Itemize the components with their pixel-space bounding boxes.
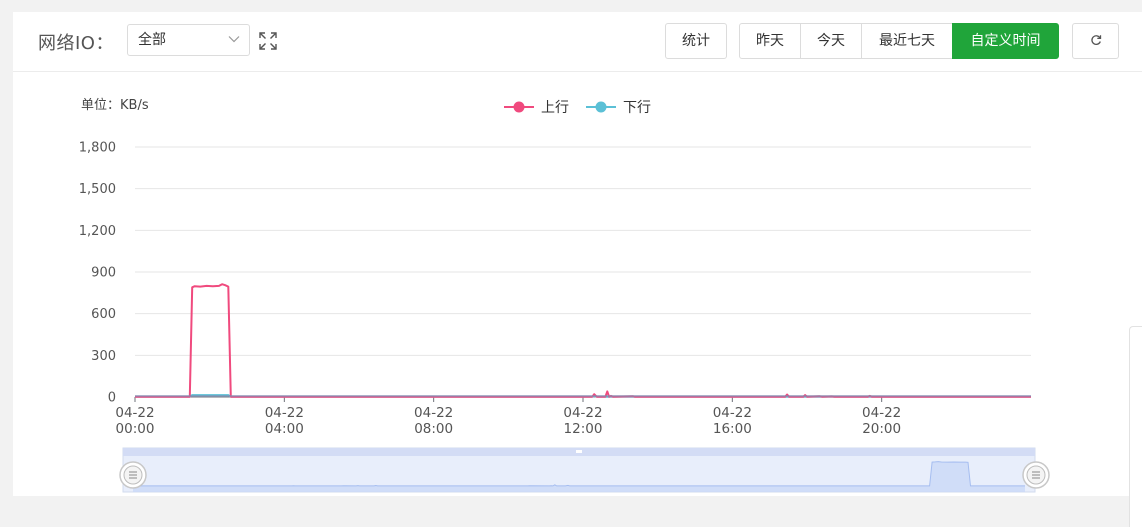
y-tick-label: 900 — [91, 266, 116, 281]
y-tick-label: 1,800 — [79, 141, 116, 156]
zoom-start-handle[interactable] — [119, 461, 147, 489]
x-tick-time: 12:00 — [564, 421, 603, 437]
legend-label: 下行 — [623, 100, 651, 116]
x-tick-time: 16:00 — [713, 421, 752, 437]
x-tick-time: 00:00 — [116, 421, 155, 437]
unit-label: 单位：KB/s — [81, 98, 149, 113]
legend-marker — [513, 101, 525, 113]
y-tick-label: 1,200 — [79, 224, 116, 239]
y-tick-label: 1,500 — [79, 182, 116, 197]
network-io-panel: 网络IO： 全部 统计 昨天 今天 最近七天 自定义时间 单位：KB/s 上行 … — [13, 12, 1142, 496]
x-tick-time: 20:00 — [862, 421, 901, 437]
zoom-slider-grip — [576, 450, 582, 453]
y-tick-label: 300 — [91, 349, 116, 364]
x-tick-time: 08:00 — [414, 421, 453, 437]
legend-item-upload[interactable]: 上行 — [504, 100, 569, 116]
network-io-chart: 单位：KB/s 上行 下行1,8001,5001,200900600300004-2… — [79, 98, 1050, 493]
x-tick-date: 04-22 — [713, 405, 752, 421]
side-scroll-handle[interactable] — [1129, 326, 1142, 527]
x-tick-date: 04-22 — [414, 405, 453, 421]
y-tick-label: 0 — [108, 391, 116, 406]
x-tick-date: 04-22 — [265, 405, 304, 421]
legend-label: 上行 — [541, 100, 569, 116]
legend-marker — [595, 101, 607, 113]
x-tick-date: 04-22 — [563, 405, 602, 421]
series-line-upload — [135, 283, 1031, 398]
legend-item-download[interactable]: 下行 — [586, 100, 651, 116]
x-tick-date: 04-22 — [862, 405, 901, 421]
y-tick-label: 600 — [91, 307, 116, 322]
x-tick-date: 04-22 — [115, 405, 154, 421]
zoom-end-handle[interactable] — [1022, 461, 1050, 489]
x-tick-time: 04:00 — [265, 421, 304, 437]
